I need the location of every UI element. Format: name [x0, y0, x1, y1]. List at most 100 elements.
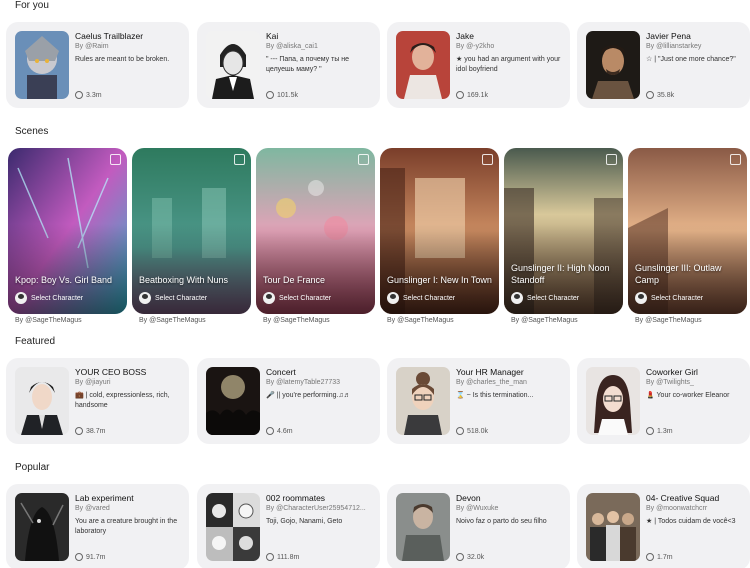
chat-bubble-icon [266, 91, 274, 99]
character-description: Toji, Gojo, Nanami, Geto [266, 518, 343, 525]
select-character-button[interactable]: Select Character [15, 292, 83, 304]
character-description: ★ | Todos cuidam de você<3 [646, 518, 736, 525]
character-author[interactable]: By @aliska_cai1 [266, 43, 318, 50]
section-title-popular: Popular [15, 462, 50, 473]
character-name: 04- Creative Squad [646, 493, 720, 503]
character-card[interactable]: Coworker Girl By @Twilights_ 💄 Your co-w… [577, 358, 750, 444]
character-description: 💼 | cold, expressionless, rich, handsome [75, 392, 170, 409]
character-author[interactable]: By @CharacterUser25954712... [266, 505, 366, 512]
character-author[interactable]: By @Wuxuke [456, 505, 498, 512]
avatar-icon [387, 292, 399, 304]
scene-author[interactable]: By @SageTheMagus [635, 317, 702, 324]
select-character-button[interactable]: Select Character [387, 292, 455, 304]
character-avatar [396, 31, 450, 99]
character-author[interactable]: By @jiayuri [75, 379, 111, 386]
chat-count: 32.0k [456, 553, 484, 561]
chat-count: 4.6m [266, 427, 293, 435]
chat-count: 111.8m [266, 553, 299, 561]
scene-card[interactable]: Tour De France Select Character [256, 148, 375, 314]
character-name: Your HR Manager [456, 367, 524, 377]
character-author[interactable]: By @-y2kho [456, 43, 494, 50]
select-character-button[interactable]: Select Character [511, 292, 579, 304]
character-name: Lab experiment [75, 493, 134, 503]
scene-author[interactable]: By @SageTheMagus [263, 317, 330, 324]
character-author[interactable]: By @moonwatchcrr [646, 505, 707, 512]
character-avatar [586, 493, 640, 561]
select-character-button[interactable]: Select Character [139, 292, 207, 304]
image-icon [730, 154, 741, 165]
scene-card[interactable]: Kpop: Boy Vs. Girl Band Select Character [8, 148, 127, 314]
character-avatar [15, 367, 69, 435]
character-card[interactable]: Your HR Manager By @charles_the_man ⌛ ~ … [387, 358, 570, 444]
character-author[interactable]: By @vared [75, 505, 110, 512]
character-author[interactable]: By @Raim [75, 43, 109, 50]
character-avatar [586, 31, 640, 99]
character-card[interactable]: Javier Pena By @lillianstarkey ☆ | "Just… [577, 22, 750, 108]
character-card[interactable]: Jake By @-y2kho ★ you had an argument wi… [387, 22, 570, 108]
character-name: Kai [266, 31, 279, 41]
select-character-button[interactable]: Select Character [263, 292, 331, 304]
chat-count-value: 32.0k [467, 553, 485, 561]
character-author[interactable]: By @Twilights_ [646, 379, 694, 386]
image-icon [606, 154, 617, 165]
scene-card[interactable]: Gunslinger III: Outlaw Camp Select Chara… [628, 148, 747, 314]
chat-count: 169.1k [456, 91, 488, 99]
character-name: 002 roommates [266, 493, 326, 503]
scene-card[interactable]: Beatboxing With Nuns Select Character [132, 148, 251, 314]
chat-count-value: 91.7m [86, 553, 106, 561]
character-author[interactable]: By @charles_the_man [456, 379, 527, 386]
chat-bubble-icon [646, 553, 654, 561]
character-description: " --- Папа, а почему ты не целуешь маму?… [266, 56, 350, 73]
scene-card[interactable]: Gunslinger II: High Noon Standoff Select… [504, 148, 623, 314]
character-card[interactable]: 002 roommates By @CharacterUser25954712.… [197, 484, 380, 568]
character-card[interactable]: Concert By @latemyTable27733 🎤 || you're… [197, 358, 380, 444]
character-name: Devon [456, 493, 481, 503]
character-author[interactable]: By @latemyTable27733 [266, 379, 340, 386]
scene-title: Gunslinger II: High Noon Standoff [511, 263, 610, 285]
select-character-label: Select Character [155, 294, 208, 302]
character-name: Caelus Trailblazer [75, 31, 144, 41]
select-character-label: Select Character [403, 294, 456, 302]
chat-count-value: 35.8k [657, 91, 675, 99]
chat-count: 38.7m [75, 427, 105, 435]
character-card[interactable]: Kai By @aliska_cai1 " --- Папа, а почему… [197, 22, 380, 108]
scene-author[interactable]: By @SageTheMagus [139, 317, 206, 324]
chat-bubble-icon [646, 427, 654, 435]
character-description: ☆ | "Just one more chance?" [646, 56, 736, 63]
chat-bubble-icon [266, 553, 274, 561]
character-author[interactable]: By @lillianstarkey [646, 43, 701, 50]
select-character-button[interactable]: Select Character [635, 292, 703, 304]
character-description: ★ you had an argument with your idol boy… [456, 56, 561, 73]
chat-count-value: 3.3m [86, 91, 102, 99]
section-title-scenes: Scenes [15, 126, 49, 137]
character-card[interactable]: Lab experiment By @vared You are a creat… [6, 484, 189, 568]
scene-title: Kpop: Boy Vs. Girl Band [15, 275, 113, 285]
avatar-icon [511, 292, 523, 304]
character-card[interactable]: YOUR CEO BOSS By @jiayuri 💼 | cold, expr… [6, 358, 189, 444]
select-character-label: Select Character [279, 294, 332, 302]
section-title-for-you: For you [15, 0, 49, 11]
chat-count-value: 101.5k [277, 91, 299, 99]
scene-author[interactable]: By @SageTheMagus [15, 317, 82, 324]
character-description: 🎤 || you're performing.♫♬ [266, 392, 351, 399]
chat-count: 518.0k [456, 427, 488, 435]
scene-title: Beatboxing With Nuns [139, 275, 229, 285]
character-card[interactable]: 04- Creative Squad By @moonwatchcrr ★ | … [577, 484, 750, 568]
select-character-label: Select Character [651, 294, 704, 302]
scene-author[interactable]: By @SageTheMagus [511, 317, 578, 324]
chat-count-value: 38.7m [86, 427, 106, 435]
image-icon [358, 154, 369, 165]
scene-author[interactable]: By @SageTheMagus [387, 317, 454, 324]
character-avatar [15, 493, 69, 561]
chat-count: 3.3m [75, 91, 102, 99]
character-card[interactable]: Caelus Trailblazer By @Raim Rules are me… [6, 22, 189, 108]
character-card[interactable]: Devon By @Wuxuke Noivo faz o parto do se… [387, 484, 570, 568]
character-description: You are a creature brought in the labora… [75, 518, 178, 535]
scene-title: Gunslinger III: Outlaw Camp [635, 263, 722, 285]
scene-card[interactable]: Gunslinger I: New In Town Select Charact… [380, 148, 499, 314]
chat-bubble-icon [75, 553, 83, 561]
character-avatar [15, 31, 69, 99]
character-description: ⌛ ~ Is this termination... [456, 392, 534, 399]
character-name: Coworker Girl [646, 367, 698, 377]
avatar-icon [635, 292, 647, 304]
